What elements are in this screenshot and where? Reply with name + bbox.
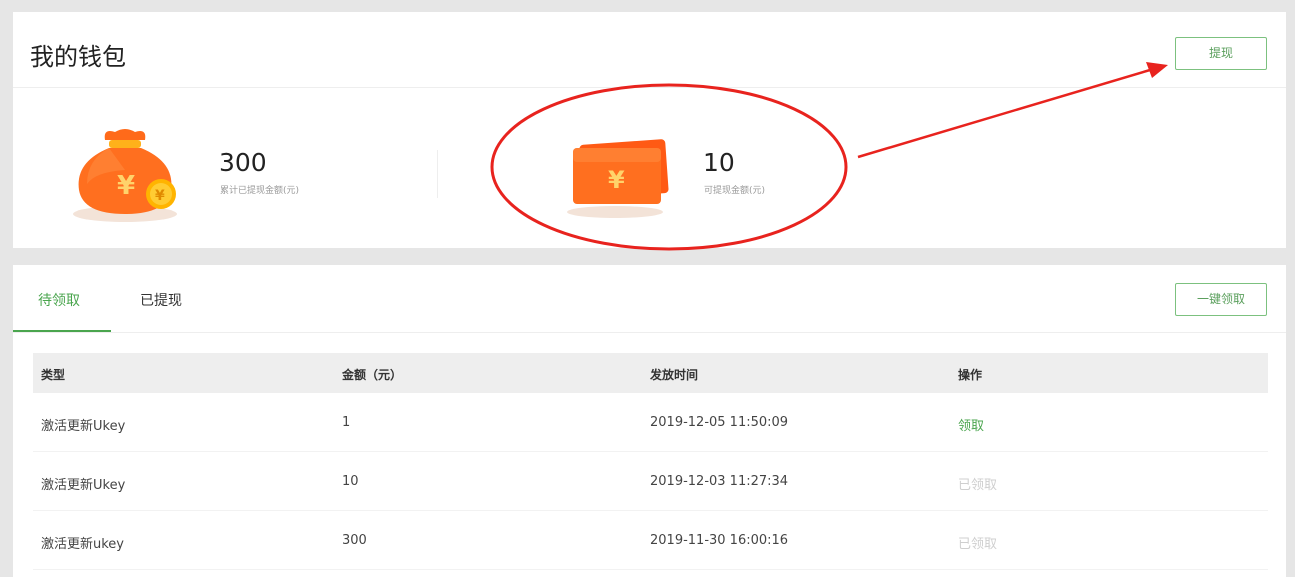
- claimed-status: 已领取: [958, 537, 998, 552]
- row-amount: 1: [342, 415, 351, 430]
- row-type: 激活更新Ukey: [41, 478, 126, 493]
- total-withdrawn-value: 300: [219, 148, 267, 177]
- tab-pending[interactable]: 待领取: [38, 290, 80, 310]
- total-withdrawn-label: 累计已提现金额(元): [220, 186, 300, 196]
- column-header-action: 操作: [958, 368, 983, 382]
- svg-text:¥: ¥: [117, 171, 135, 201]
- records-table: 类型 金额（元） 发放时间 操作 激活更新Ukey 1 2019-12-05 1…: [33, 353, 1268, 570]
- row-time: 2019-12-03 11:27:34: [650, 474, 789, 489]
- column-header-time: 发放时间: [650, 368, 699, 382]
- claim-all-button[interactable]: 一键领取: [1175, 283, 1267, 316]
- table-row: 激活更新Ukey 1 2019-12-05 11:50:09 领取: [33, 393, 1268, 452]
- table-row: 激活更新Ukey 10 2019-12-03 11:27:34 已领取: [33, 452, 1268, 511]
- money-bag-icon: ¥ ¥: [73, 129, 177, 222]
- page: 我的钱包 提现 ¥ ¥ 300 累计已提现金额(元) ¥ 10 可提现金额(元)…: [0, 0, 1295, 577]
- available-amount-value: 10: [703, 148, 735, 177]
- wallet-header: 我的钱包 提现: [13, 12, 1286, 88]
- row-time: 2019-11-30 16:00:16: [650, 533, 789, 548]
- row-amount: 300: [342, 533, 367, 548]
- tab-bar: 待领取 已提现 一键领取: [13, 265, 1286, 333]
- withdraw-button[interactable]: 提现: [1175, 37, 1267, 70]
- available-amount-label: 可提现金额(元): [704, 186, 766, 196]
- row-amount: 10: [342, 474, 359, 489]
- column-header-amount: 金额（元）: [342, 368, 403, 382]
- claim-link[interactable]: 领取: [958, 415, 984, 434]
- svg-text:¥: ¥: [608, 166, 625, 194]
- svg-text:¥: ¥: [155, 188, 165, 204]
- table-row: 激活更新ukey 300 2019-11-30 16:00:16 已领取: [33, 511, 1268, 570]
- page-title: 我的钱包: [30, 43, 126, 71]
- table-header: 类型 金额（元） 发放时间 操作: [33, 353, 1268, 393]
- active-tab-indicator: [13, 330, 111, 332]
- column-header-type: 类型: [41, 368, 66, 382]
- wallet-card: 我的钱包 提现 ¥ ¥ 300 累计已提现金额(元) ¥ 10 可提现金额(元): [13, 12, 1286, 248]
- row-time: 2019-12-05 11:50:09: [650, 415, 789, 430]
- total-withdrawn-stat: ¥ ¥ 300 累计已提现金额(元): [13, 88, 438, 248]
- tab-withdrawn[interactable]: 已提现: [140, 290, 182, 310]
- available-amount-stat: ¥ 10 可提现金额(元): [438, 88, 1286, 248]
- row-type: 激活更新ukey: [41, 537, 124, 552]
- claimed-status: 已领取: [958, 478, 998, 493]
- records-card: 待领取 已提现 一键领取 类型 金额（元） 发放时间 操作 激活更新Ukey 1…: [13, 265, 1286, 577]
- red-envelope-icon: ¥: [567, 139, 669, 218]
- row-type: 激活更新Ukey: [41, 419, 126, 434]
